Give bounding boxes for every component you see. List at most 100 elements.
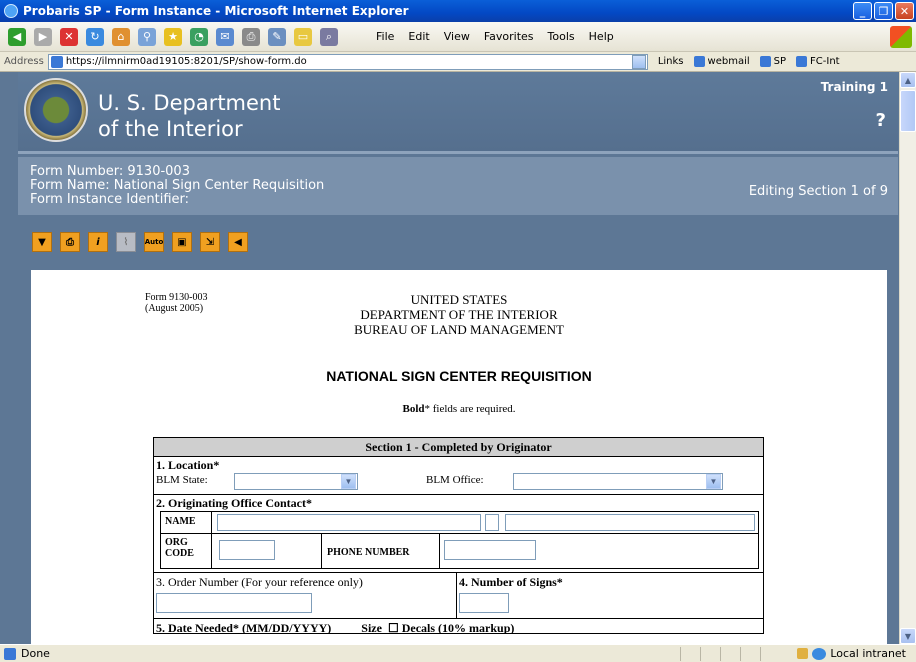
signs-label: 4. Number of Signs* — [459, 575, 563, 589]
date-needed-label: 5. Date Needed* (MM/DD/YYYY) Size ☐ Deca… — [156, 621, 515, 633]
training-label: Training 1 — [820, 80, 888, 94]
order-label: 3. Order Number (For your reference only… — [156, 575, 363, 589]
refresh-icon[interactable]: ↻ — [86, 27, 104, 46]
form-info-panel: Form Number: 9130-003 Form Name: Nationa… — [18, 157, 898, 215]
link-fc-int[interactable]: FC-Int — [796, 56, 840, 67]
window-title: Probaris SP - Form Instance - Microsoft … — [23, 4, 409, 18]
ie-page-icon — [796, 56, 808, 67]
location-label: 1. Location* — [156, 458, 220, 472]
scroll-down-icon[interactable]: ▼ — [900, 628, 916, 644]
agency-block: UNITED STATES DEPARTMENT OF THE INTERIOR… — [354, 292, 564, 337]
print-form-icon[interactable]: ⎙ — [60, 232, 80, 252]
form-action-bar: ▼ ⎙ i ⌇ Auto ▣ ⇲ ◀ — [18, 217, 898, 267]
org-code-input[interactable] — [219, 540, 275, 560]
blm-state-select[interactable] — [234, 473, 358, 490]
auto-button[interactable]: Auto — [144, 232, 164, 252]
doi-seal-logo — [24, 78, 88, 142]
menu-favorites[interactable]: Favorites — [484, 30, 534, 43]
mail-icon[interactable]: ✉ — [216, 27, 234, 46]
section-heading: Section 1 - Completed by Originator — [154, 438, 763, 457]
blm-state-label: BLM State: — [156, 474, 208, 486]
date-row: 5. Date Needed* (MM/DD/YYYY) Size ☐ Deca… — [154, 619, 763, 633]
info-icon[interactable]: i — [88, 232, 108, 252]
menu-dropdown-icon[interactable]: ▼ — [32, 232, 52, 252]
browser-toolbar: ◀ ▶ ✕ ↻ ⌂ ⚲ ★ ◔ ✉ ⎙ ✎ ▭ ⌕ File Edit View… — [0, 22, 916, 52]
back-icon[interactable]: ◀ — [8, 27, 26, 46]
link-webmail[interactable]: webmail — [693, 56, 750, 67]
menu-view[interactable]: View — [444, 30, 470, 43]
order-row: 3. Order Number (For your reference only… — [154, 573, 763, 619]
edit-icon[interactable]: ✎ — [268, 27, 286, 46]
form-title: NATIONAL SIGN CENTER REQUISITION — [326, 368, 592, 384]
folder-icon[interactable]: ▭ — [294, 27, 312, 46]
last-name-input[interactable] — [505, 514, 755, 531]
links-bar: Links webmail SP FC-Int — [658, 56, 840, 67]
window-titlebar: Probaris SP - Form Instance - Microsoft … — [0, 0, 916, 22]
menu-edit[interactable]: Edit — [408, 30, 429, 43]
first-name-input[interactable] — [217, 514, 481, 531]
stop-icon[interactable]: ✕ — [60, 27, 78, 46]
form-document: Form 9130-003 (August 2005) UNITED STATE… — [31, 270, 887, 644]
page-done-icon — [4, 647, 16, 660]
order-number-input[interactable] — [156, 593, 312, 613]
menu-bar: File Edit View Favorites Tools Help — [376, 30, 614, 43]
menu-help[interactable]: Help — [589, 30, 614, 43]
phone-input[interactable] — [444, 540, 536, 560]
help-icon[interactable]: ? — [876, 110, 886, 131]
menu-file[interactable]: File — [376, 30, 394, 43]
address-label: Address — [4, 56, 44, 67]
blm-office-label: BLM Office: — [426, 474, 484, 486]
print-icon[interactable]: ⎙ — [242, 27, 260, 46]
chevron-down-icon[interactable]: ▼ — [341, 474, 356, 489]
blm-office-select[interactable] — [513, 473, 723, 490]
page-viewport: U. S. Department of the Interior Trainin… — [0, 72, 916, 644]
contact-table: NAME ORG CODE PHONE NUMBER — [160, 511, 759, 569]
org-code-label: ORG CODE — [165, 537, 194, 559]
chevron-down-icon[interactable]: ▼ — [706, 474, 721, 489]
address-bar: Address https://ilmnirm0ad19105:8201/SP/… — [0, 52, 916, 72]
status-bar: Done Local intranet — [0, 644, 916, 662]
vertical-scrollbar[interactable]: ▲ ▼ — [899, 72, 916, 644]
menu-tools[interactable]: Tools — [548, 30, 575, 43]
search-icon[interactable]: ⚲ — [138, 27, 156, 46]
ie-page-icon — [693, 56, 705, 67]
address-url: https://ilmnirm0ad19105:8201/SP/show-for… — [65, 56, 307, 67]
editing-status: Editing Section 1 of 9 — [748, 184, 888, 199]
required-note: Bold* fields are required. — [402, 403, 516, 415]
contact-row: 2. Originating Office Contact* NAME ORG C… — [154, 495, 763, 573]
ie-page-icon — [759, 56, 771, 67]
collapse-left-icon[interactable]: ◀ — [228, 232, 248, 252]
links-label: Links — [657, 56, 684, 67]
form-number: Form Number: 9130-003 — [30, 164, 190, 179]
scroll-up-icon[interactable]: ▲ — [900, 72, 916, 88]
phone-label: PHONE NUMBER — [327, 547, 410, 558]
submit-icon[interactable]: ⇲ — [200, 232, 220, 252]
contact-label: 2. Originating Office Contact* — [156, 496, 312, 510]
link-sp[interactable]: SP — [759, 56, 786, 67]
research-icon[interactable]: ⌕ — [320, 27, 338, 46]
address-field[interactable]: https://ilmnirm0ad19105:8201/SP/show-for… — [47, 53, 648, 70]
page-icon — [50, 55, 63, 68]
maximize-button[interactable]: ❐ — [874, 2, 893, 20]
middle-initial-input[interactable] — [485, 514, 499, 531]
save-icon[interactable]: ▣ — [172, 232, 192, 252]
location-row: 1. Location* BLM State: ▼ BLM Office: ▼ — [154, 457, 763, 495]
address-dropdown-icon[interactable] — [631, 54, 646, 69]
intranet-icon — [812, 647, 827, 660]
scroll-thumb[interactable] — [900, 90, 916, 132]
forward-icon[interactable]: ▶ — [34, 27, 52, 46]
close-button[interactable]: ✕ — [895, 2, 914, 20]
windows-logo-icon — [890, 26, 912, 48]
number-of-signs-input[interactable] — [459, 593, 509, 613]
lock-icon — [797, 648, 809, 659]
history-icon[interactable]: ◔ — [190, 27, 208, 46]
home-icon[interactable]: ⌂ — [112, 27, 130, 46]
status-text: Done — [21, 647, 50, 660]
doi-header: U. S. Department of the Interior Trainin… — [18, 72, 898, 154]
security-zone: Local intranet — [797, 647, 906, 660]
favorites-icon[interactable]: ★ — [164, 27, 182, 46]
ie-icon — [4, 4, 18, 18]
section-1: Section 1 - Completed by Originator 1. L… — [153, 437, 764, 634]
doi-title: U. S. Department of the Interior — [98, 91, 281, 141]
minimize-button[interactable]: _ — [853, 2, 872, 20]
